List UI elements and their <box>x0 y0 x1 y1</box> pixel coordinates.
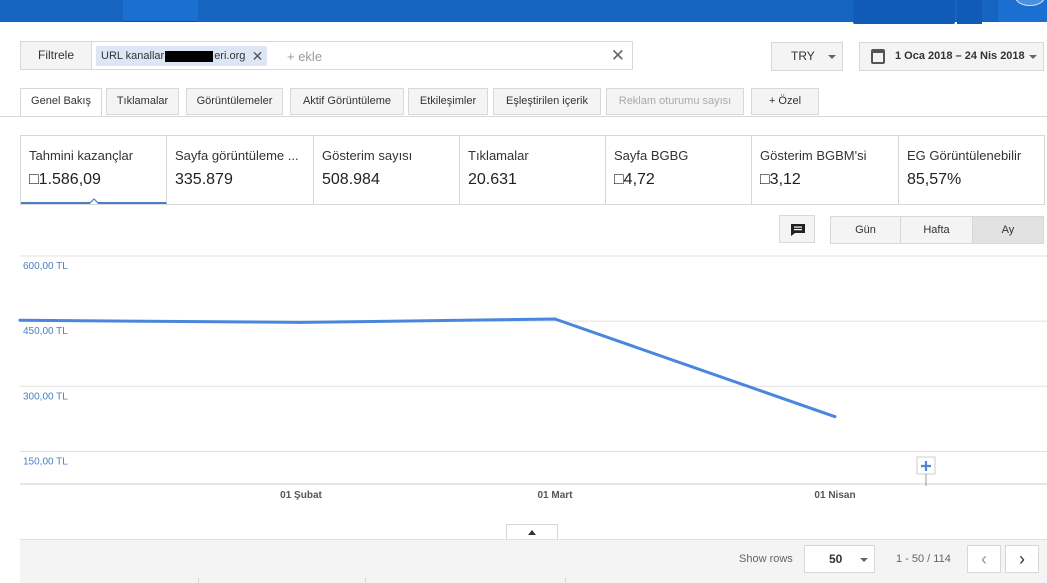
y-tick-label: 300,00 TL <box>23 391 68 402</box>
metric-value: □1.586,09 <box>29 171 101 188</box>
x-tick-label: 01 Nisan <box>814 490 855 501</box>
x-tick-label: 01 Mart <box>537 490 573 501</box>
comment-icon <box>791 224 805 236</box>
chevron-up-icon <box>528 530 536 535</box>
rows-per-page-value: 50 <box>829 552 843 566</box>
top-bar-dropdown-button[interactable] <box>957 0 982 24</box>
metric-card[interactable]: Gösterim BGBM'si □3,12 <box>752 136 899 204</box>
table-pager: Show rows 50 1 - 50 / 114 ‹ › <box>20 539 1047 583</box>
metric-label: Tahmini kazançlar <box>29 148 134 163</box>
period-month-button[interactable]: Ay <box>973 217 1043 243</box>
date-range-value: 1 Oca 2018 – 24 Nis 2018 <box>895 50 1025 62</box>
metric-card[interactable]: Tahmini kazançlar □1.586,09 <box>21 136 167 204</box>
clear-filter-icon[interactable]: ✕ <box>611 42 625 69</box>
y-tick-label: 450,00 TL <box>23 326 68 337</box>
selected-pointer-icon <box>89 198 99 204</box>
tab-reklam-oturumu[interactable]: Reklam oturumu sayısı <box>606 88 744 115</box>
chevron-down-icon <box>828 55 836 59</box>
metric-card[interactable]: Sayfa görüntüleme ... 335.879 <box>167 136 314 204</box>
period-week-button[interactable]: Hafta <box>901 217 973 243</box>
tab-eslestirilen-icerik[interactable]: Eşleştirilen içerik <box>493 88 601 115</box>
redacted-text <box>165 50 214 62</box>
earnings-chart: 600,00 TL 450,00 TL 300,00 TL 150,00 TL 01 Ş… <box>0 250 1047 520</box>
add-annotation-marker[interactable] <box>916 456 936 486</box>
filter-chip[interactable]: URL kanallar eri.org ✕ <box>96 46 268 66</box>
filter-button[interactable]: Filtrele <box>21 42 92 69</box>
y-tick-label: 150,00 TL <box>23 456 68 467</box>
next-page-button[interactable]: › <box>1005 545 1039 573</box>
metric-label: EG Görüntülenebilir <box>907 148 1022 163</box>
column-divider <box>565 578 566 583</box>
metric-value: 20.631 <box>468 171 517 188</box>
metric-label: Tıklamalar <box>468 148 529 163</box>
tab-aktif-goruntuleme[interactable]: Aktif Görüntüleme <box>290 88 404 115</box>
tab-add-custom[interactable]: + Özel <box>751 88 819 115</box>
y-tick-label: 600,00 TL <box>23 261 68 272</box>
page-range-text: 1 - 50 / 114 <box>896 553 951 565</box>
currency-value: TRY <box>791 49 815 63</box>
metric-value: □4,72 <box>614 171 655 188</box>
currency-select[interactable]: TRY <box>771 42 843 71</box>
metric-label: Sayfa BGBG <box>614 148 689 163</box>
filter-bar: Filtrele URL kanallar eri.org ✕ + ekle ✕ <box>20 41 633 70</box>
tab-genel-bakis[interactable]: Genel Bakış <box>20 88 102 117</box>
chevron-down-icon <box>860 558 868 562</box>
x-tick-label: 01 Şubat <box>280 490 322 501</box>
filter-chip-suffix: eri.org <box>214 50 246 62</box>
calendar-icon <box>871 49 885 64</box>
date-range-picker[interactable]: 1 Oca 2018 – 24 Nis 2018 <box>859 42 1044 71</box>
series-line <box>19 317 836 419</box>
data-point <box>833 415 837 419</box>
metric-card[interactable]: Gösterim sayısı 508.984 <box>314 136 460 204</box>
metric-scorecards: Tahmini kazançlar □1.586,09 Sayfa görünt… <box>20 135 1045 205</box>
tab-goruntulemeler[interactable]: Görüntülemeler <box>186 88 283 115</box>
metric-value: 508.984 <box>322 171 380 188</box>
column-divider <box>365 578 366 583</box>
collapse-chart-button[interactable] <box>506 524 558 540</box>
remove-chip-icon[interactable]: ✕ <box>252 46 264 66</box>
previous-page-button[interactable]: ‹ <box>967 545 1001 573</box>
top-app-bar <box>0 0 1047 24</box>
tabs-divider <box>0 116 1047 117</box>
filter-chip-prefix: URL kanallar <box>101 50 165 62</box>
line-chart: 600,00 TL 450,00 TL 300,00 TL 150,00 TL 01 Ş… <box>18 255 1047 501</box>
column-divider <box>198 578 199 583</box>
show-rows-label: Show rows <box>739 553 793 565</box>
top-bar-button[interactable] <box>123 0 198 22</box>
period-day-button[interactable]: Gün <box>831 217 901 243</box>
tab-tiklamalar[interactable]: Tıklamalar <box>106 88 179 115</box>
metric-label: Gösterim sayısı <box>322 148 413 163</box>
data-point <box>553 317 557 321</box>
metric-card[interactable]: Tıklamalar 20.631 <box>460 136 606 204</box>
metric-value: 335.879 <box>175 171 233 188</box>
tab-etkilesimler[interactable]: Etkileşimler <box>408 88 488 115</box>
period-toggle: Gün Hafta Ay <box>830 216 1044 244</box>
metric-label: Sayfa görüntüleme ... <box>175 148 299 163</box>
metric-value: 85,57% <box>907 171 962 188</box>
data-point <box>18 318 22 322</box>
data-point <box>299 320 303 324</box>
metric-value: □3,12 <box>760 171 801 188</box>
annotation-button[interactable] <box>779 215 815 243</box>
metric-card[interactable]: Sayfa BGBG □4,72 <box>606 136 752 204</box>
chevron-down-icon <box>1029 55 1037 59</box>
rows-per-page-select[interactable]: 50 <box>804 545 875 573</box>
top-bar-primary-button[interactable] <box>853 0 955 24</box>
metric-label: Gösterim BGBM'si <box>760 148 867 163</box>
add-filter-input[interactable]: + ekle <box>287 42 322 71</box>
metric-card[interactable]: EG Görüntülenebilir 85,57% <box>899 136 1044 204</box>
